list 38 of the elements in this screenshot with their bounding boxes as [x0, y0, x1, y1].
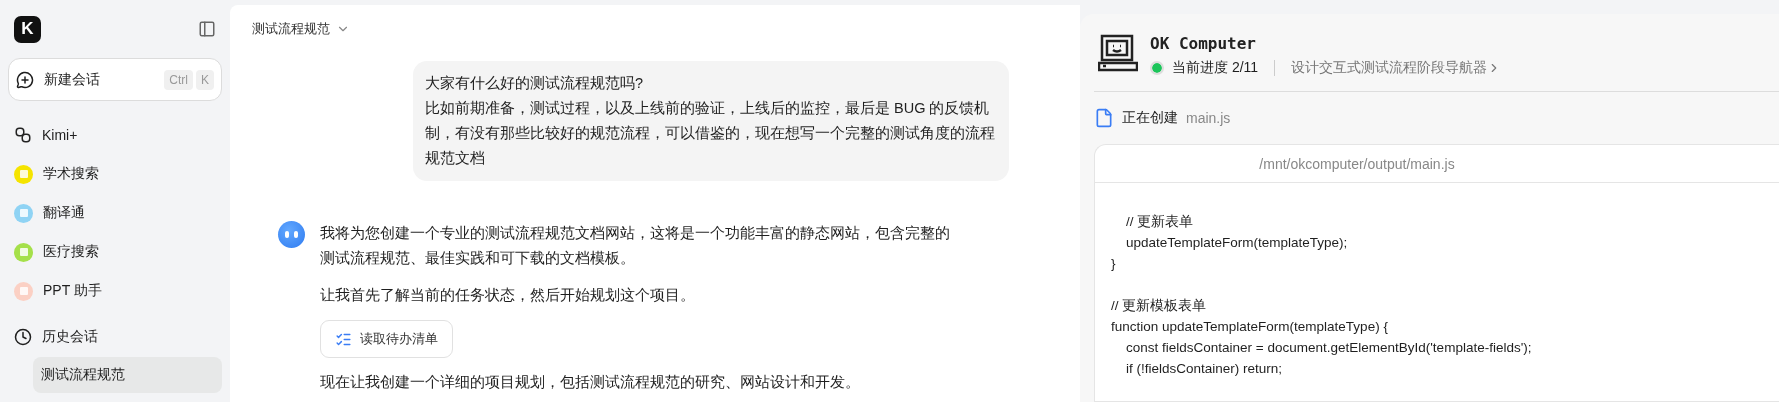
user-message: 大家有什么好的测试流程规范吗? 比如前期准备，测试过程，以及上线前的验证，上线后的监控，最后是 BUG 的反馈机制，有没有那些比较好的规范流程，可以借鉴的，现在想写一个完整的测试角度的流程规范文档: [413, 61, 1009, 181]
code-line: updateTemplateForm(templateType);: [1125, 234, 1349, 252]
shortcut-key: K: [196, 69, 214, 90]
file-icon: [1094, 108, 1114, 128]
file-path: /mnt/okcomputer/output/main.js: [1095, 145, 1779, 183]
assistant-text: 我将为您创建一个专业的测试流程规范文档网站，这将是一个功能丰富的静态网站，包含完整的测试流程规范、最佳实践和可下载的文档模板。: [320, 224, 950, 268]
sidebar-item[interactable]: Kimi+: [8, 123, 222, 147]
panel-title: OK Computer: [1150, 34, 1257, 53]
new-chat-button[interactable]: 新建会话 Ctrl K: [8, 58, 222, 101]
status-dot: [1150, 61, 1164, 75]
assistant-text: 现在让我创建一个详细的项目规划，包括测试流程规范的研究、网站设计和开发。: [320, 373, 861, 392]
clock-icon: [14, 328, 32, 346]
computer-icon: [1098, 34, 1138, 72]
code-line: // 更新模板表单: [1111, 297, 1208, 315]
assistant-text: 让我首先了解当前的任务状态，然后开始规划这个项目。: [320, 286, 696, 305]
sidebar-item[interactable]: 翻译通: [8, 201, 222, 225]
assistant-avatar: [278, 221, 305, 248]
sidebar-item[interactable]: 医疗搜索: [8, 240, 222, 264]
shortcut-key: Ctrl: [164, 69, 193, 90]
history-heading[interactable]: 历史会话: [42, 328, 98, 346]
sidebar-toggle-icon[interactable]: [198, 20, 216, 38]
code-line: // 更新表单: [1125, 213, 1195, 231]
code-line: function updateTemplateForm(templateType) {: [1111, 318, 1389, 336]
code-line: }: [1111, 255, 1117, 273]
code-line: const fieldsContainer = document.getElementById('template-fields');: [1125, 339, 1533, 357]
step-link[interactable]: 设计交互式测试流程阶段导航器: [1291, 59, 1502, 77]
sidebar-item[interactable]: PPT 助手: [8, 279, 222, 303]
action-label: 正在创建: [1122, 109, 1178, 127]
sidebar-item[interactable]: 学术搜索: [8, 162, 222, 186]
todo-list-button[interactable]: 读取待办清单: [320, 320, 453, 358]
history-item[interactable]: 测试流程规范: [33, 357, 222, 393]
app-logo[interactable]: K: [14, 15, 41, 43]
file-name: main.js: [1186, 110, 1231, 126]
link-icon: [14, 126, 32, 144]
new-chat-icon: [16, 70, 34, 89]
progress-text: 当前进度 2/11: [1172, 59, 1259, 77]
chat-title[interactable]: 测试流程规范: [252, 20, 330, 38]
code-line: if (!fieldsContainer) return;: [1125, 360, 1284, 378]
